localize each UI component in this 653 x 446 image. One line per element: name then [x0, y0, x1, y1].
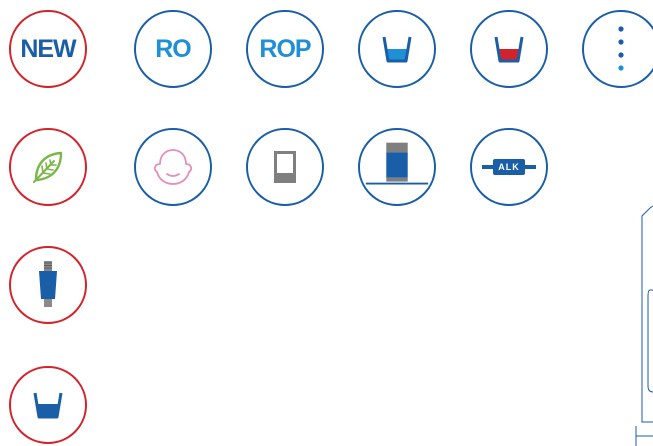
rop-label: ROP	[259, 34, 311, 63]
leaf-glyph	[33, 151, 63, 183]
threaded-filter-glyph	[39, 261, 57, 307]
glass-dark-water-glyph	[33, 392, 63, 419]
leaf-icon[interactable]	[9, 128, 87, 206]
glass-red-water-glyph	[494, 36, 524, 63]
rop-badge-icon[interactable]: ROP	[246, 10, 324, 88]
more-dots-glyph	[618, 26, 624, 71]
alk-cartridge-icon[interactable]: ALK	[470, 128, 548, 206]
threaded-filter-icon[interactable]	[9, 246, 87, 324]
glass-blue-water-glyph	[382, 36, 412, 63]
glass-blue-water-icon[interactable]	[358, 10, 436, 88]
filter-cartridge-base-glyph	[365, 142, 429, 185]
face-icon[interactable]	[134, 128, 212, 206]
face-glyph	[153, 149, 193, 185]
more-dots-icon[interactable]	[582, 10, 653, 88]
alk-cartridge-body: ALK	[482, 159, 536, 175]
filter-cartridge-glyph	[274, 151, 296, 183]
device-outline-graphic	[635, 205, 653, 446]
glass-dark-water-icon[interactable]	[9, 366, 87, 444]
filter-cartridge-base-icon[interactable]	[358, 128, 436, 206]
glass-red-water-icon[interactable]	[470, 10, 548, 88]
alk-label: ALK	[498, 162, 520, 172]
new-badge-icon[interactable]: NEW	[9, 10, 87, 88]
ro-badge-icon[interactable]: RO	[134, 10, 212, 88]
new-label: NEW	[20, 34, 76, 63]
ro-label: RO	[155, 34, 191, 63]
filter-cartridge-icon[interactable]	[246, 128, 324, 206]
